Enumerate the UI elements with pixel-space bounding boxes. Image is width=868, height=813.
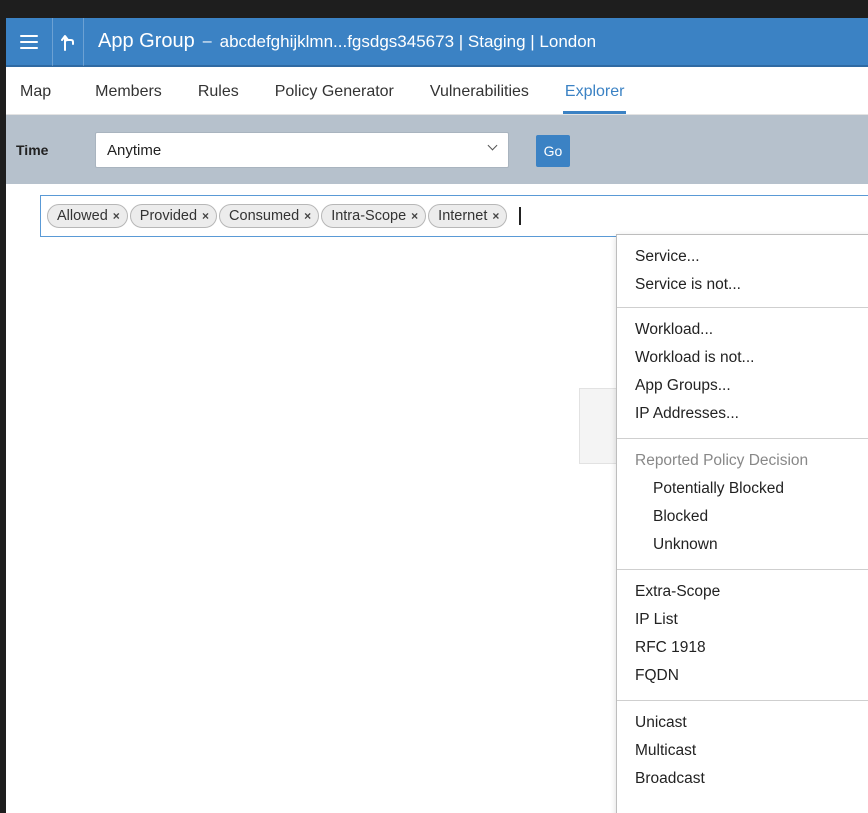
- menu-item-app-groups[interactable]: App Groups...: [617, 372, 868, 400]
- go-button[interactable]: Go: [536, 135, 570, 167]
- menu-item-extra-scope[interactable]: Extra-Scope: [617, 578, 868, 606]
- filter-suggestions-dropdown: Service... Service is not... Workload...…: [616, 234, 868, 813]
- filter-token-provided: Provided ×: [129, 204, 218, 228]
- token-label: Internet: [438, 208, 488, 224]
- page-title: App Group: [98, 30, 195, 52]
- remove-token-icon[interactable]: ×: [202, 209, 209, 223]
- menu-item-blocked[interactable]: Blocked: [617, 503, 868, 531]
- filter-bar: Time Anytime Go: [6, 115, 868, 184]
- menu-item-potentially-blocked[interactable]: Potentially Blocked: [617, 475, 868, 503]
- menu-item-workload[interactable]: Workload...: [617, 316, 868, 344]
- tab-members[interactable]: Members: [77, 69, 180, 114]
- filter-token-list: Allowed × Provided × Consumed × Intra-Sc…: [47, 204, 521, 228]
- token-label: Intra-Scope: [331, 208, 407, 224]
- tab-bar: Map Members Rules Policy Generator Vulne…: [6, 69, 868, 115]
- hamburger-menu-icon[interactable]: [6, 18, 52, 66]
- filter-search-input[interactable]: Allowed × Provided × Consumed × Intra-Sc…: [40, 195, 868, 237]
- menu-item-unknown[interactable]: Unknown: [617, 531, 868, 559]
- remove-token-icon[interactable]: ×: [411, 209, 418, 223]
- menu-item-broadcast[interactable]: Broadcast: [617, 765, 868, 793]
- app-header: App Group – abcdefghijklmn...fgsdgs34567…: [6, 18, 868, 67]
- menu-item-multicast[interactable]: Multicast: [617, 737, 868, 765]
- filter-token-internet: Internet ×: [428, 204, 508, 228]
- time-select-value: Anytime: [107, 141, 162, 159]
- menu-item-fqdn[interactable]: FQDN: [617, 662, 868, 690]
- menu-item-unicast[interactable]: Unicast: [617, 709, 868, 737]
- arrow-turn-up-icon: [61, 34, 74, 51]
- menu-item-ip-list[interactable]: IP List: [617, 606, 868, 634]
- menu-item-workload-is-not[interactable]: Workload is not...: [617, 344, 868, 372]
- page-subtitle: abcdefghijklmn...fgsdgs345673 | Staging …: [219, 31, 597, 51]
- token-label: Provided: [139, 208, 198, 224]
- dropdown-group-scope: Extra-Scope IP List RFC 1918 FQDN: [617, 570, 868, 701]
- tab-map[interactable]: Map: [6, 69, 77, 114]
- dropdown-group-policy-decision: Reported Policy Decision Potentially Blo…: [617, 439, 868, 570]
- tab-explorer[interactable]: Explorer: [547, 69, 643, 114]
- tab-rules[interactable]: Rules: [180, 69, 257, 114]
- filter-token-intra-scope: Intra-Scope ×: [321, 204, 427, 228]
- filter-token-consumed: Consumed ×: [219, 204, 320, 228]
- tab-vulnerabilities[interactable]: Vulnerabilities: [412, 69, 547, 114]
- text-cursor: [519, 207, 521, 225]
- token-label: Consumed: [229, 208, 300, 224]
- navigate-up-icon[interactable]: [52, 18, 84, 66]
- menu-heading-reported-policy-decision: Reported Policy Decision: [635, 452, 809, 469]
- filter-token-allowed: Allowed ×: [47, 204, 128, 228]
- chevron-down-icon: [487, 140, 498, 151]
- menu-item-ip-addresses[interactable]: IP Addresses...: [617, 400, 868, 428]
- title-separator: –: [202, 32, 212, 50]
- dropdown-group-transmission: Unicast Multicast Broadcast: [617, 701, 868, 801]
- menu-item-service-is-not[interactable]: Service is not...: [617, 271, 868, 299]
- app-window: App Group – abcdefghijklmn...fgsdgs34567…: [6, 18, 868, 813]
- menu-item-service[interactable]: Service...: [617, 243, 868, 271]
- remove-token-icon[interactable]: ×: [304, 209, 311, 223]
- dropdown-group-workload: Workload... Workload is not... App Group…: [617, 308, 868, 439]
- remove-token-icon[interactable]: ×: [492, 209, 499, 223]
- time-label: Time: [16, 142, 49, 158]
- dropdown-group-service: Service... Service is not...: [617, 235, 868, 308]
- token-label: Allowed: [57, 208, 108, 224]
- time-select[interactable]: Anytime: [95, 132, 509, 168]
- tab-policy-generator[interactable]: Policy Generator: [257, 69, 412, 114]
- menu-item-rfc-1918[interactable]: RFC 1918: [617, 634, 868, 662]
- remove-token-icon[interactable]: ×: [113, 209, 120, 223]
